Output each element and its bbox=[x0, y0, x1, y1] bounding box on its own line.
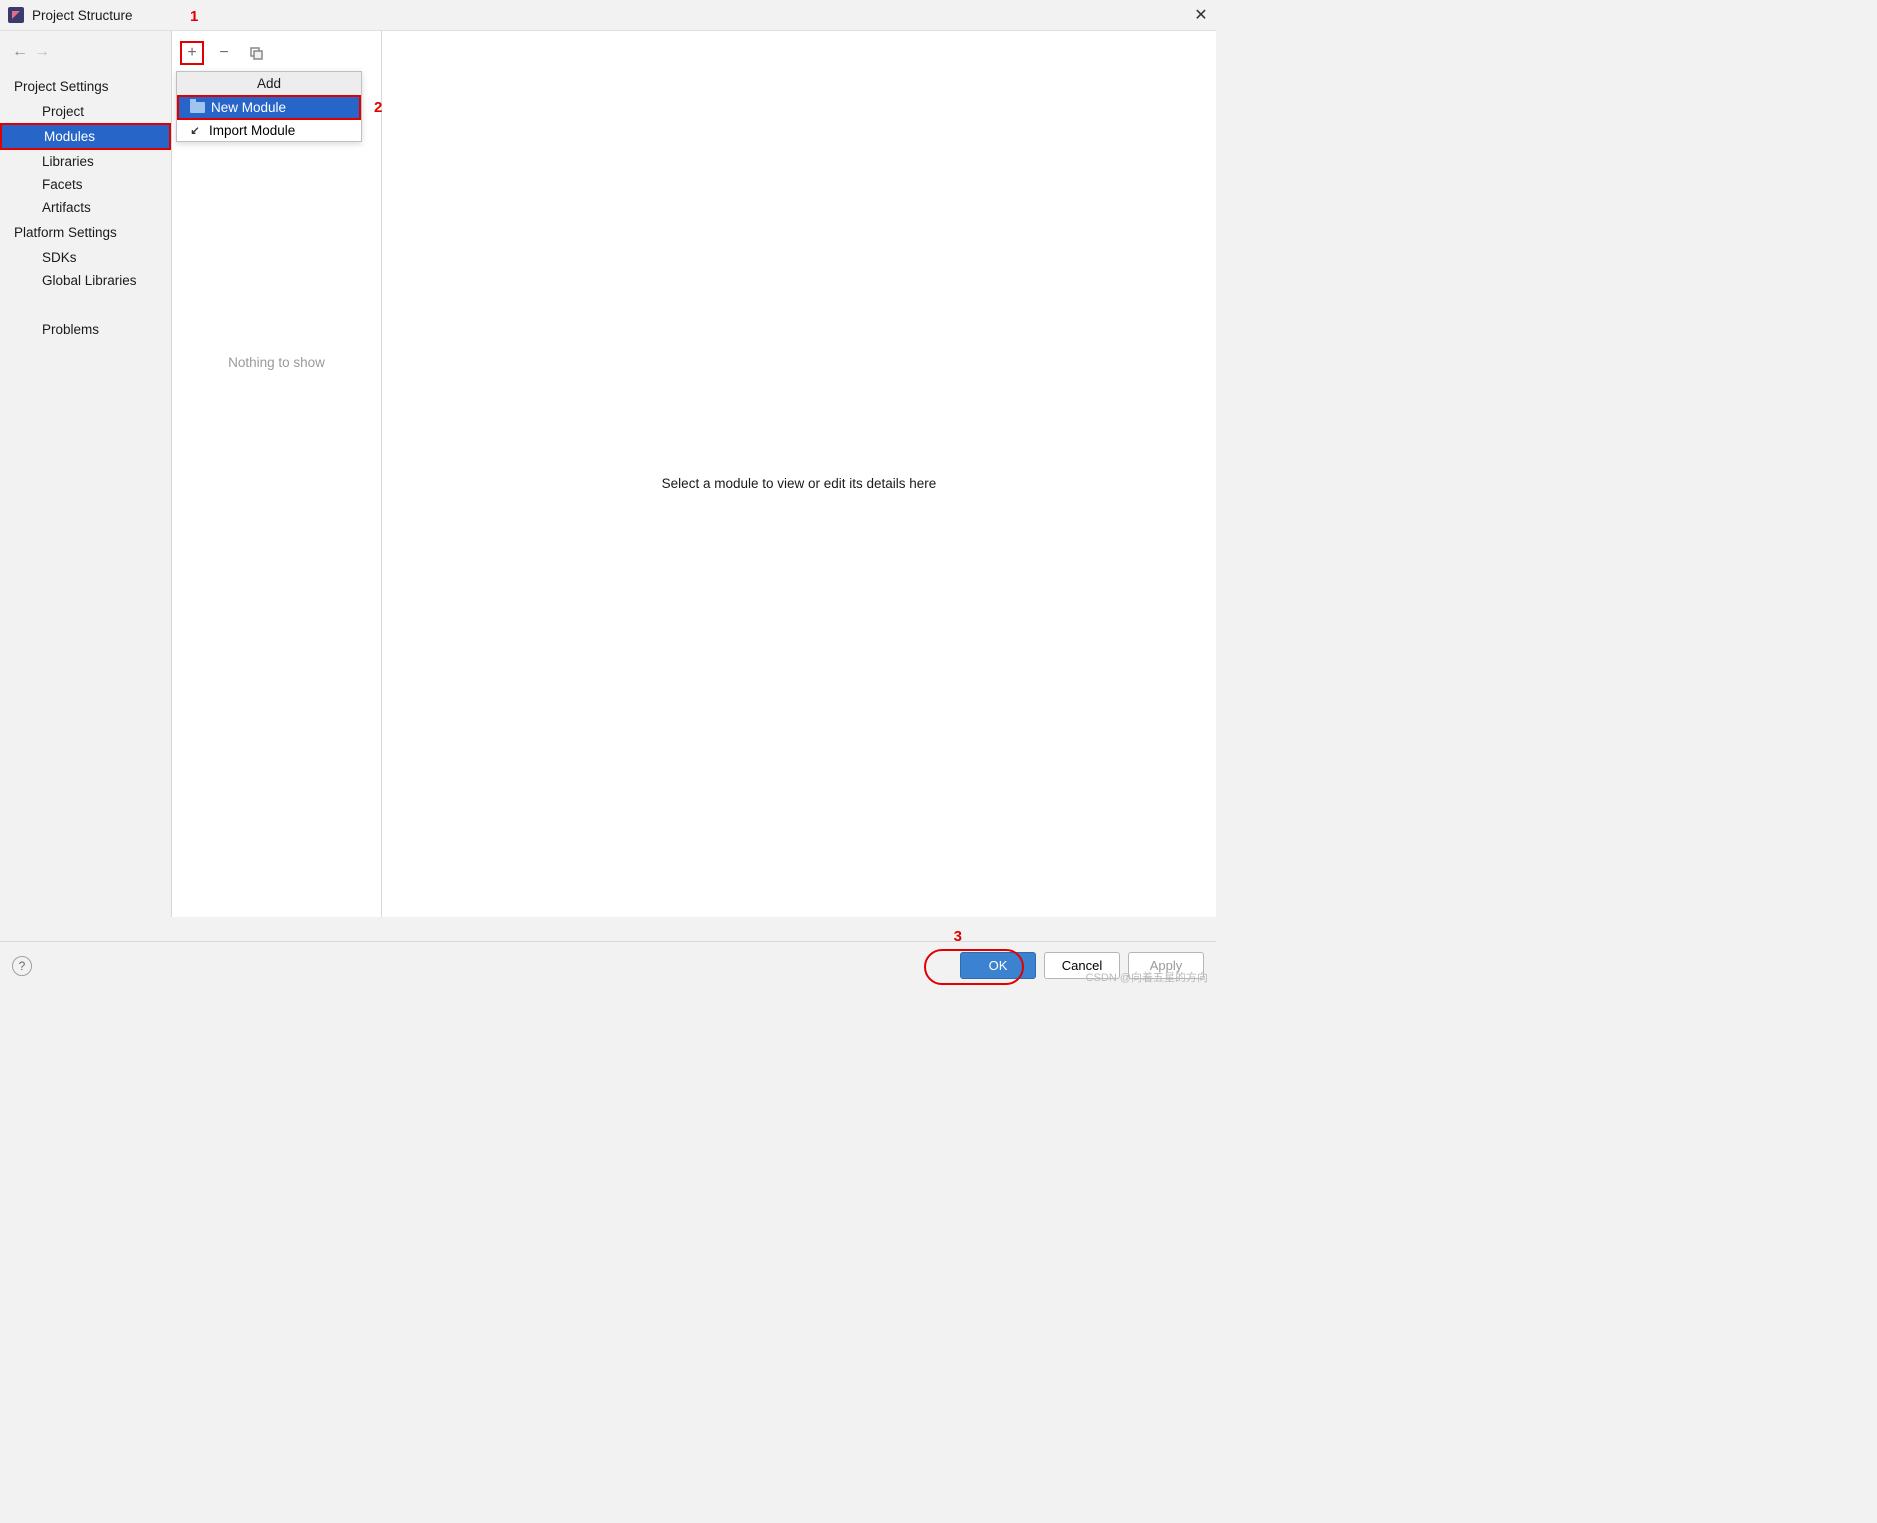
footer: ? OK Cancel Apply bbox=[0, 941, 1216, 987]
detail-placeholder: Select a module to view or edit its deta… bbox=[662, 476, 937, 491]
sidebar-item-libraries[interactable]: Libraries bbox=[0, 150, 171, 173]
section-platform-settings: Platform Settings bbox=[0, 219, 171, 246]
middle-toolbar: + − bbox=[172, 31, 381, 75]
import-icon bbox=[187, 124, 203, 138]
app-icon bbox=[8, 7, 24, 23]
forward-arrow-icon[interactable]: → bbox=[34, 43, 50, 61]
help-icon[interactable]: ? bbox=[12, 956, 32, 976]
sidebar-item-artifacts[interactable]: Artifacts bbox=[0, 196, 171, 219]
main-area: ← → Project Settings Project Modules Lib… bbox=[0, 30, 1216, 917]
dropdown-item-label: New Module bbox=[211, 100, 286, 115]
titlebar: Project Structure ✕ bbox=[0, 0, 1216, 30]
remove-icon[interactable]: − bbox=[212, 41, 236, 65]
add-dropdown: Add New Module Import Module bbox=[176, 71, 362, 142]
dropdown-item-new-module[interactable]: New Module bbox=[177, 95, 361, 120]
close-icon[interactable]: ✕ bbox=[1194, 8, 1208, 22]
detail-panel: Select a module to view or edit its deta… bbox=[382, 31, 1216, 917]
sidebar-item-project[interactable]: Project bbox=[0, 100, 171, 123]
sidebar-item-sdks[interactable]: SDKs bbox=[0, 246, 171, 269]
dropdown-header: Add bbox=[177, 72, 361, 95]
section-project-settings: Project Settings bbox=[0, 73, 171, 100]
watermark: CSDN @向着五星的方向 bbox=[1086, 969, 1208, 985]
window-title: Project Structure bbox=[32, 8, 133, 23]
folder-icon bbox=[189, 101, 205, 115]
ok-button[interactable]: OK bbox=[960, 952, 1036, 979]
sidebar-item-modules[interactable]: Modules bbox=[0, 123, 171, 150]
middle-panel: + − Nothing to show Add New Module Impor… bbox=[172, 31, 382, 917]
back-arrow-icon[interactable]: ← bbox=[12, 43, 28, 61]
empty-state-text: Nothing to show bbox=[172, 355, 381, 370]
sidebar-item-global-libraries[interactable]: Global Libraries bbox=[0, 269, 171, 292]
copy-icon[interactable] bbox=[244, 41, 268, 65]
nav-arrows: ← → bbox=[0, 35, 171, 73]
add-icon[interactable]: + bbox=[180, 41, 204, 65]
sidebar: ← → Project Settings Project Modules Lib… bbox=[0, 31, 172, 917]
sidebar-item-problems[interactable]: Problems bbox=[0, 318, 171, 341]
sidebar-item-facets[interactable]: Facets bbox=[0, 173, 171, 196]
dropdown-item-import-module[interactable]: Import Module bbox=[177, 120, 361, 141]
dropdown-item-label: Import Module bbox=[209, 123, 295, 138]
